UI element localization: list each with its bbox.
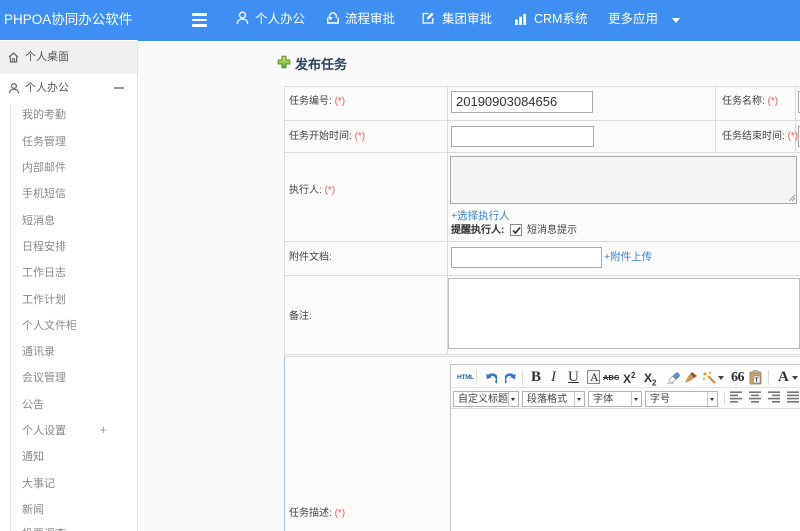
svg-text:T: T (755, 377, 759, 384)
